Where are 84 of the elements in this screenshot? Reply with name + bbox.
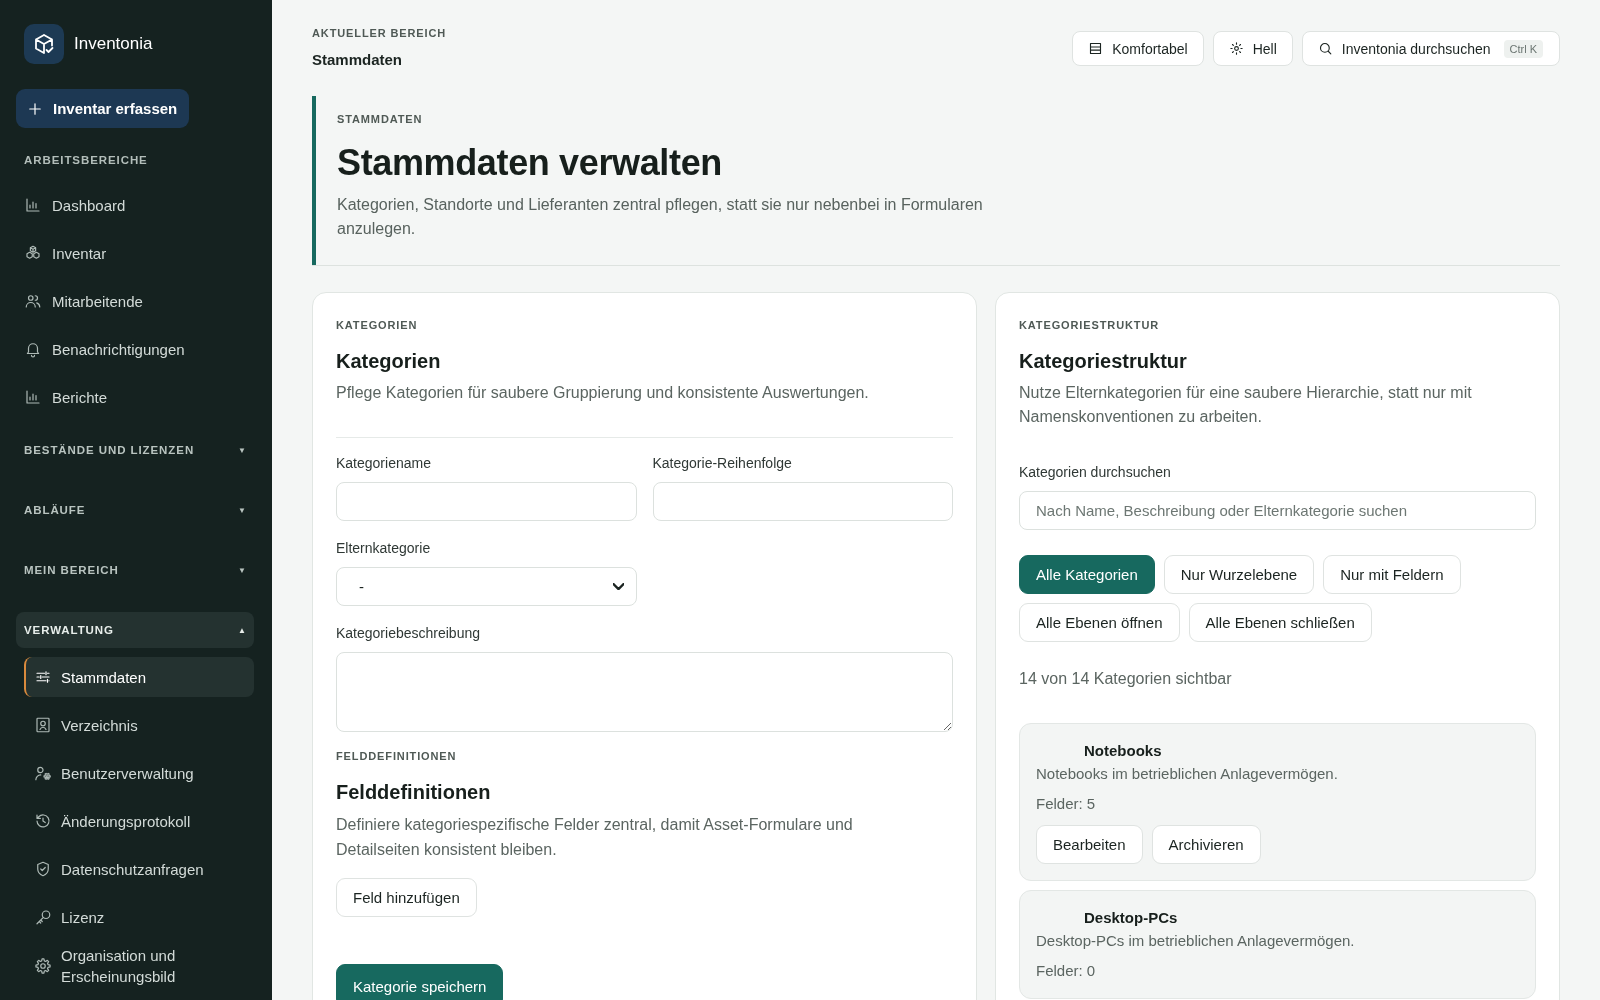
field-count: Felder: 0 [1036,961,1097,981]
field-label: Elternkategorie [336,539,431,558]
filter-button[interactable]: Alle Kategorien [1019,555,1155,594]
caret-icon: ▼ [238,445,246,455]
bar-chart-icon [24,388,42,406]
sidebar-item[interactable]: Benachrichtigungen [16,325,254,373]
caret-icon: ▼ [238,505,246,515]
sidebar-item[interactable]: Lizenz [24,897,254,937]
sidebar-item[interactable]: Dashboard [16,181,254,229]
filter-button[interactable]: Nur mit Feldern [1323,555,1461,594]
text-input[interactable] [336,482,637,521]
bell-icon [24,340,42,358]
sidebar-item[interactable]: Mitarbeitende [16,277,254,325]
table-rows-icon [1088,41,1104,56]
sidebar-group-header[interactable]: VERWALTUNG ▲ [16,612,254,648]
save-category-button[interactable]: Kategorie speichern [336,964,504,1000]
history-icon [34,812,52,830]
select-field[interactable]: - [336,567,637,606]
field-label: Kategoriename [336,454,431,473]
logo-icon [24,24,64,64]
sidebar-item[interactable]: Berichte [16,373,254,421]
field-label: Kategorie-Reihenfolge [652,454,792,473]
sidebar-item[interactable]: Inventar [16,229,254,277]
settings-icon [34,957,52,975]
category-description: Notebooks im betrieblichen Anlagevermögen. [1036,764,1339,784]
chevron-down-icon [612,583,624,590]
category-name: Desktop-PCs [1083,908,1179,928]
card-title: Felddefinitionen [336,780,492,805]
sliders-icon [34,668,52,686]
card-eyebrow: KATEGORIEN [336,318,419,332]
toolbar-button[interactable]: Komfortabel [1072,31,1204,66]
category-action-button[interactable]: Bearbeiten [1036,825,1143,864]
card-description: Pflege Kategorien für saubere Gruppierung und konsistente Auswertungen. [336,383,870,403]
add-field-button[interactable]: Feld hinzufügen [336,878,477,917]
contact-card-icon [34,716,52,734]
sidebar-item[interactable]: Verzeichnis [24,705,254,745]
card-title: Kategorien [336,349,442,374]
search-icon [1317,41,1333,56]
key-icon [34,908,52,926]
field-count: Felder: 5 [1036,794,1097,814]
sidebar-item[interactable]: Änderungsprotokoll [24,801,254,841]
sidebar-item[interactable]: Stammdaten [24,657,254,697]
card-eyebrow: FELDDEFINITIONEN [336,749,458,763]
level-toggle-button[interactable]: Alle Ebenen öffnen [1019,603,1180,642]
users-icon [24,292,42,310]
category-name: Notebooks [1083,741,1163,761]
section-title: ARBEITSBEREICHE [23,153,149,168]
textarea-field[interactable] [336,652,953,732]
search-button[interactable]: Inventonia durchsuchen Ctrl K [1301,31,1560,66]
category-action-button[interactable]: Archivieren [1151,825,1261,864]
card-eyebrow: KATEGORIESTRUKTUR [1019,318,1161,332]
shortcut-hint: Ctrl K [1503,39,1543,58]
caret-icon: ▲ [238,625,246,635]
shield-check-icon [34,860,52,878]
filter-button[interactable]: Nur Wurzelebene [1163,555,1315,594]
sidebar-item[interactable]: Benutzerverwaltung [24,753,254,793]
user-gear-icon [34,764,52,782]
sidebar-item[interactable]: Organisation und Erscheinungsbild [24,945,254,987]
category-description: Desktop-PCs im betrieblichen Anlagevermögen. [1036,931,1356,951]
page-description: Kategorien, Standorte und Lieferanten zentral pflegen, statt sie nur nebenbei in Formularen anzulegen. [337,195,984,239]
cubes-icon [24,244,42,262]
sidebar-group-header[interactable]: ABLÄUFE ▼ [16,492,254,528]
toolbar-button[interactable]: Hell [1212,31,1293,66]
create-inventory-button[interactable]: Inventar erfassen [16,89,190,128]
caret-icon: ▼ [238,565,246,575]
field-label: Kategoriebeschreibung [336,624,480,643]
field-label: Kategorien durchsuchen [1019,463,1172,482]
bar-chart-icon [24,196,42,214]
card-description: Definiere kategoriespezifische Felder zentral, damit Asset-Formulare und Detailseiten konsistent bleiben. [336,815,854,860]
card-description: Nutze Elternkategorien für eine saubere Hierarchie, statt nur mit Namenskonventionen zu arbeiten. [1019,383,1473,427]
section-eyebrow: STAMMDATEN [337,112,424,126]
level-toggle-button[interactable]: Alle Ebenen schließen [1188,603,1372,642]
text-input[interactable] [652,482,953,521]
current-section: Stammdaten [312,51,447,69]
card-title: Kategoriestruktur [1019,349,1188,374]
sidebar-group-header[interactable]: BESTÄNDE UND LIZENZEN ▼ [16,432,254,468]
page-title: Stammdaten verwalten [337,141,723,185]
section-eyebrow: AKTUELLER BEREICH [312,26,447,40]
sidebar-item[interactable]: Datenschutzanfragen [24,849,254,889]
visible-count: 14 von 14 Kategorien sichtbar [1019,669,1233,689]
sidebar-group-header[interactable]: MEIN BEREICH ▼ [16,552,254,588]
sun-icon [1228,41,1244,56]
search-field[interactable]: Nach Name, Beschreibung oder Elternkategorie suchen [1019,491,1536,530]
brand-name: Inventonia [74,34,153,54]
